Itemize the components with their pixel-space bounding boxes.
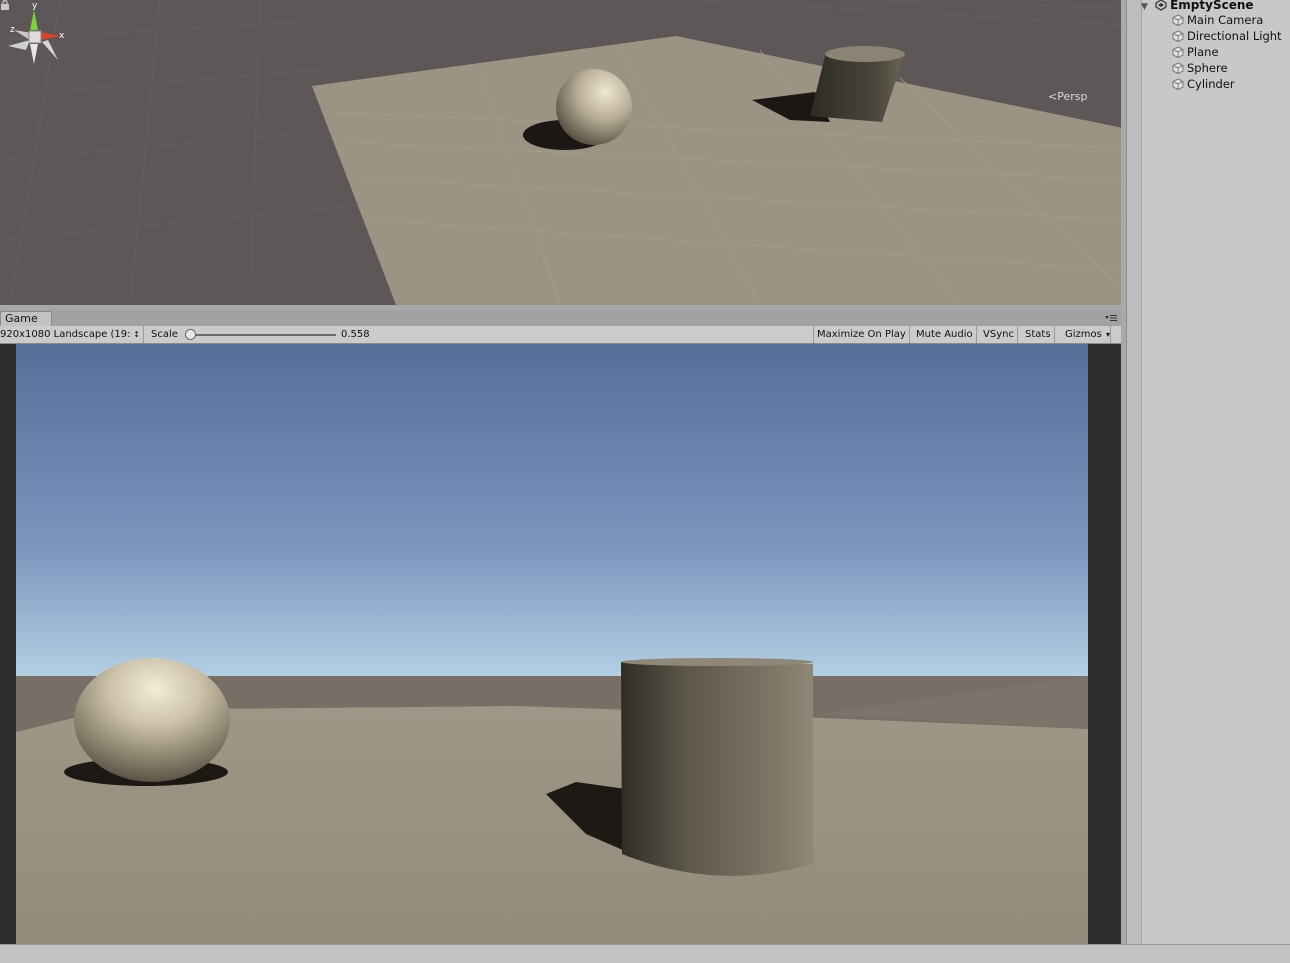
hierarchy-item-main-camera[interactable]: Main Camera — [1172, 12, 1263, 28]
hierarchy-item-plane[interactable]: Plane — [1172, 44, 1219, 60]
gameobject-cube-icon — [1172, 30, 1184, 42]
game-render — [16, 344, 1088, 944]
hierarchy-item-sphere[interactable]: Sphere — [1172, 60, 1228, 76]
gizmos-toggle[interactable]: Gizmos — [1062, 326, 1111, 343]
resolution-value: 920x1080 Landscape (19: — [0, 329, 131, 340]
gizmos-dropdown-arrow-icon[interactable]: ▾ — [1106, 326, 1110, 343]
mute-audio-toggle[interactable]: Mute Audio — [913, 326, 977, 343]
status-bar — [0, 944, 1290, 963]
hierarchy-item-label: Cylinder — [1187, 77, 1235, 91]
hierarchy-item-label: Sphere — [1187, 61, 1228, 75]
svg-text:y: y — [32, 1, 38, 11]
hierarchy-gutter — [1127, 0, 1142, 944]
tab-game[interactable]: Game — [0, 311, 52, 327]
scale-slider-thumb[interactable] — [185, 329, 196, 340]
vsync-toggle[interactable]: VSync — [980, 326, 1018, 343]
game-toolbar: 920x1080 Landscape (19: ↕ Scale 0.558 Ma… — [0, 326, 1121, 344]
maximize-on-play-toggle[interactable]: Maximize On Play — [813, 326, 910, 343]
hierarchy-item-label: Main Camera — [1187, 13, 1264, 27]
projection-label: Persp — [1057, 90, 1088, 103]
scale-value: 0.558 — [341, 329, 370, 340]
persp-chevron-icon: < — [1048, 90, 1058, 103]
projection-toggle[interactable]: <Persp — [1048, 90, 1087, 103]
unity-editor: y x z <Persp Game 920x1080 Landscape (19… — [0, 0, 1290, 963]
hierarchy-item-label: Directional Light — [1187, 29, 1282, 43]
tab-menu-icon[interactable] — [1105, 313, 1117, 323]
stats-toggle[interactable]: Stats — [1022, 326, 1055, 343]
scale-slider-track[interactable] — [190, 334, 336, 336]
game-viewport[interactable] — [16, 344, 1088, 944]
svg-text:x: x — [59, 31, 65, 41]
lock-icon[interactable] — [0, 0, 10, 10]
collapse-triangle-icon[interactable]: ▼ — [1141, 0, 1148, 15]
scene-name: EmptyScene — [1170, 0, 1254, 12]
updown-arrow-icon: ↕ — [133, 330, 140, 339]
game-view-frame — [0, 344, 1121, 944]
hierarchy-panel — [1126, 0, 1290, 944]
hierarchy-item-label: Plane — [1187, 45, 1219, 59]
svg-text:z: z — [10, 25, 15, 35]
gameobject-cube-icon — [1172, 78, 1184, 90]
hierarchy-item-directional-light[interactable]: Directional Light — [1172, 28, 1282, 44]
scene-render — [0, 0, 1123, 305]
gameobject-cube-icon — [1172, 62, 1184, 74]
scene-view[interactable]: y x z <Persp — [0, 0, 1123, 305]
unity-scene-icon — [1155, 0, 1167, 11]
gameobject-cube-icon — [1172, 46, 1184, 58]
scale-label: Scale — [151, 329, 178, 340]
orientation-gizmo-icon[interactable]: y x z — [0, 0, 70, 70]
resolution-dropdown[interactable]: 920x1080 Landscape (19: ↕ — [0, 326, 144, 343]
gameobject-cube-icon — [1172, 14, 1184, 26]
game-tab-bar: Game — [0, 310, 1121, 327]
hierarchy-item-cylinder[interactable]: Cylinder — [1172, 76, 1235, 92]
